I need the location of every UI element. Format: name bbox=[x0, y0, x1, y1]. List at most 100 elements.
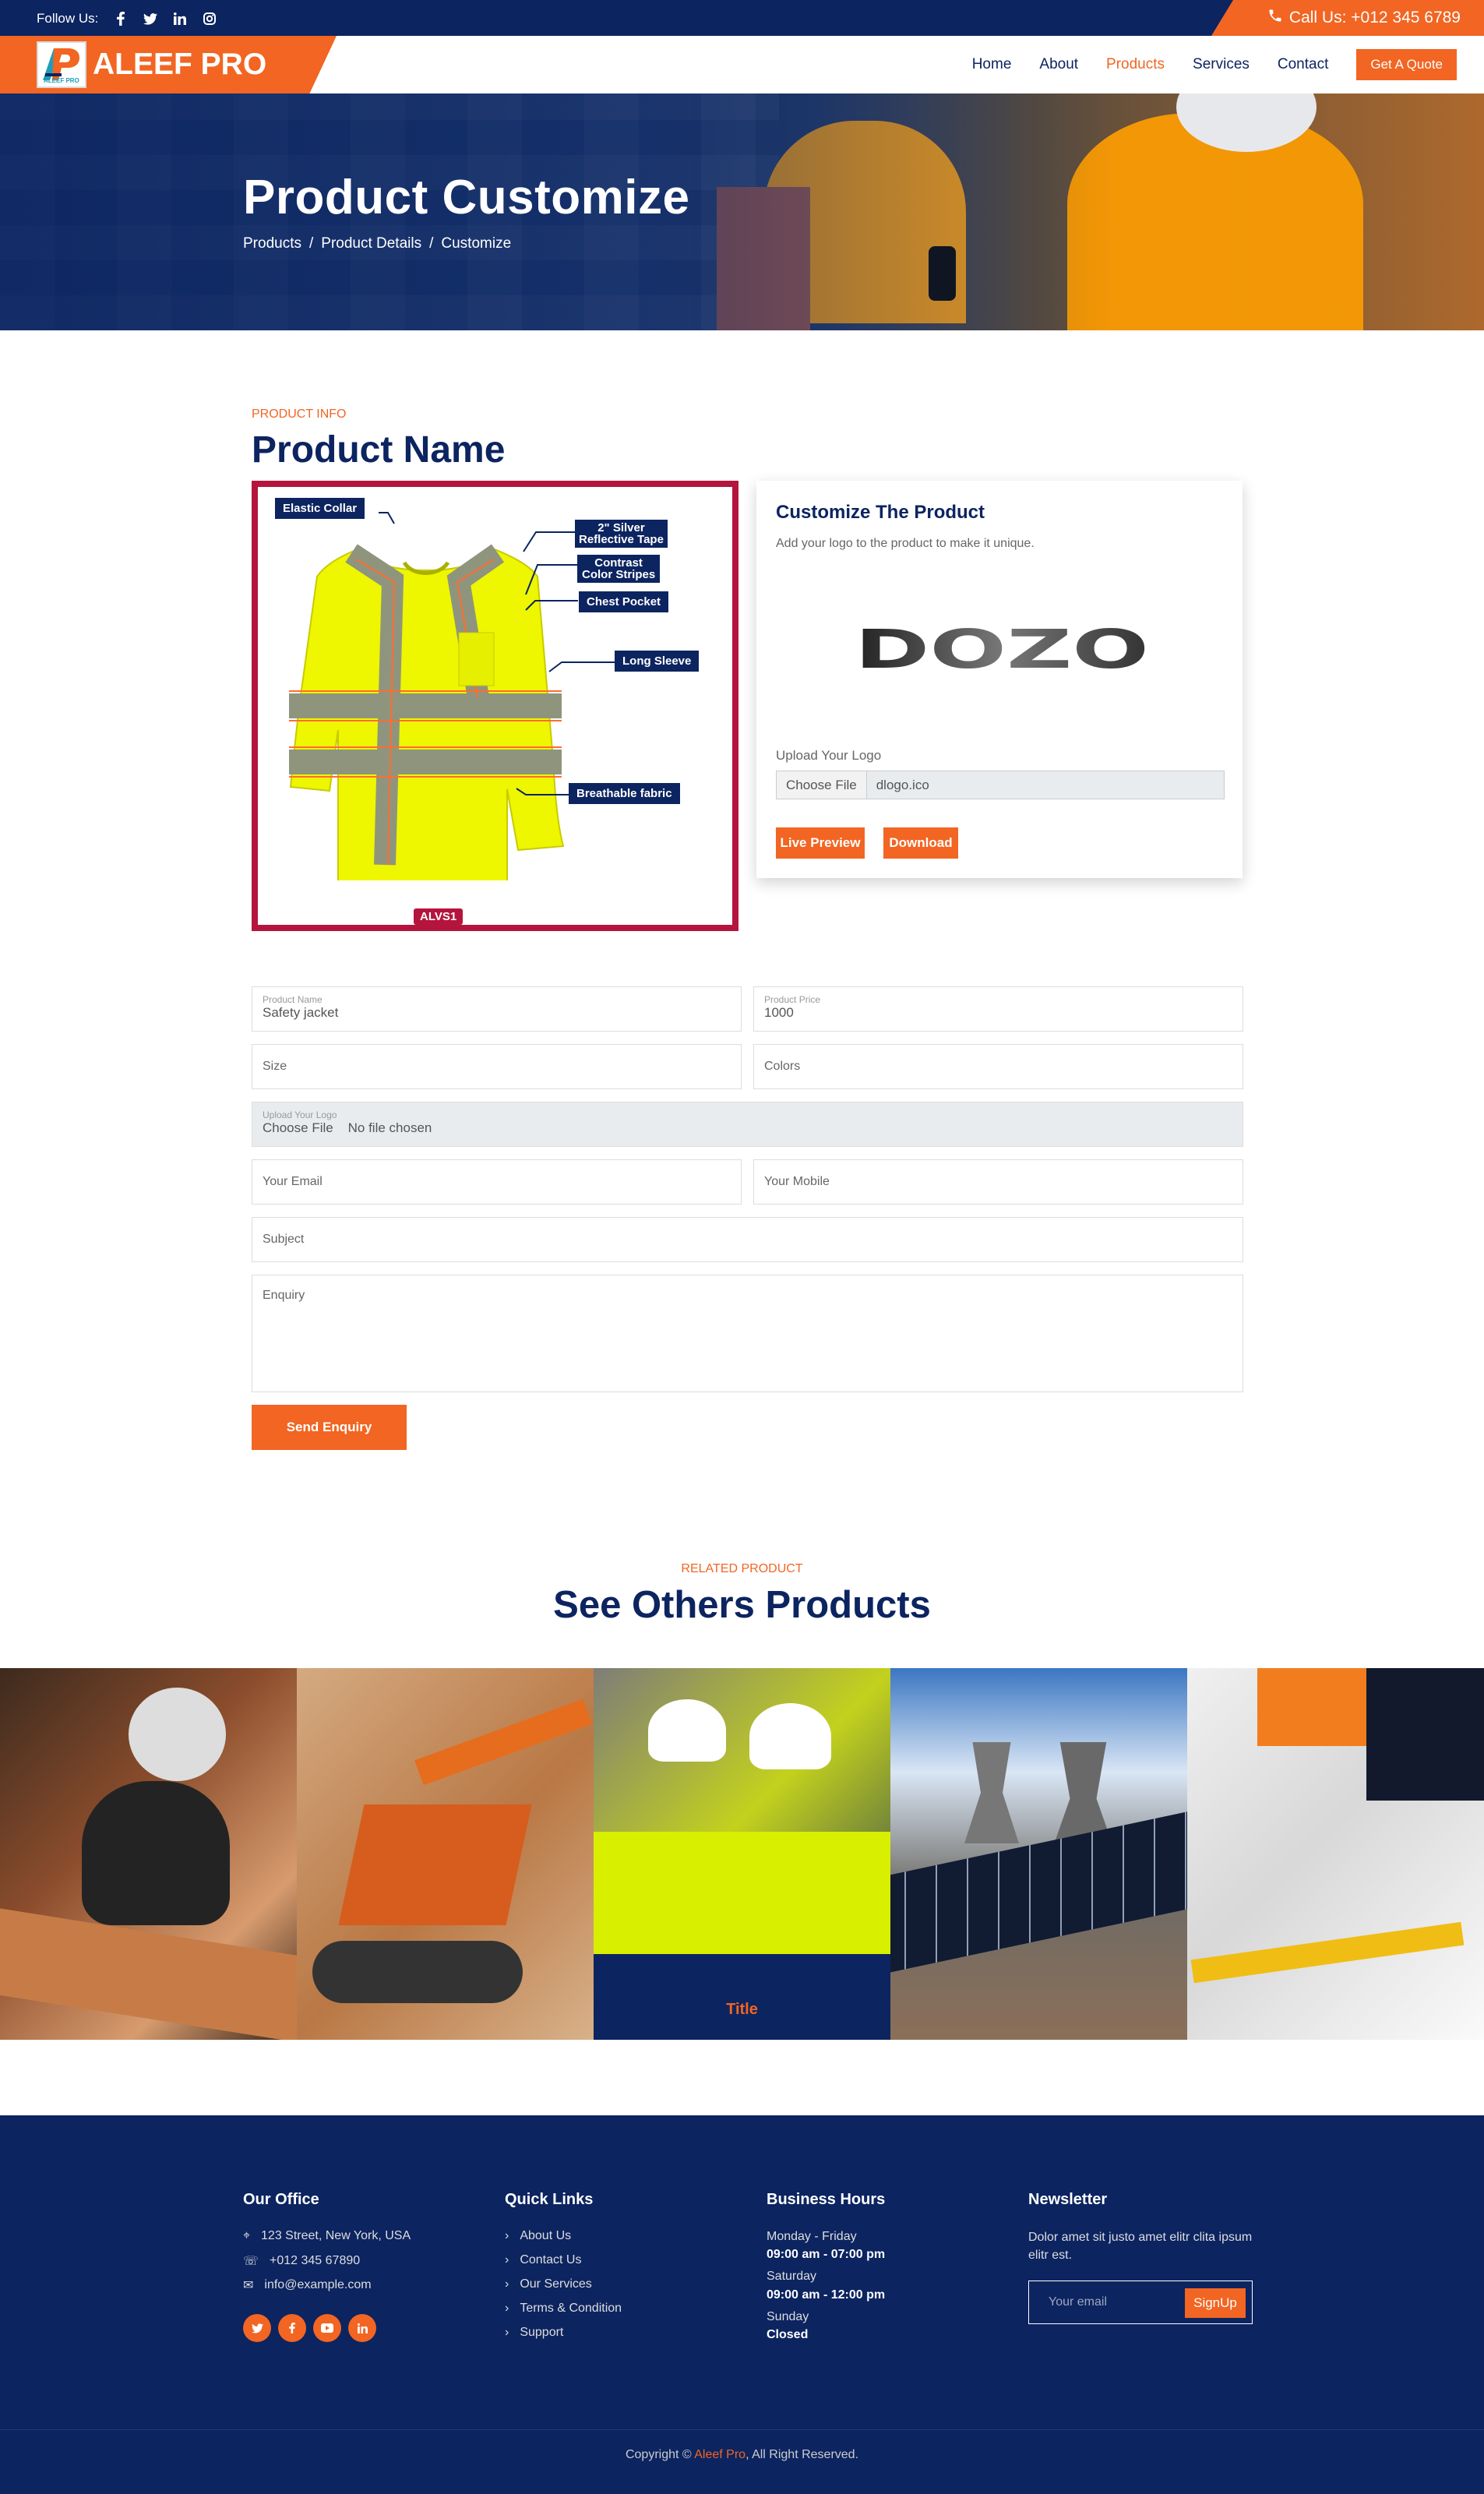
footer-twitter-icon[interactable] bbox=[243, 2314, 271, 2342]
weekday-label: Monday - Friday bbox=[767, 2230, 857, 2243]
saturday-label: Saturday bbox=[767, 2270, 817, 2284]
product-name-label: Product Name bbox=[263, 994, 323, 1005]
product-name-field[interactable]: Product Name Safety jacket bbox=[252, 986, 742, 1032]
enquiry-textarea[interactable]: Enquiry bbox=[252, 1275, 1243, 1392]
chevron-right-icon: › bbox=[505, 2326, 509, 2339]
get-quote-button[interactable]: Get A Quote bbox=[1356, 49, 1457, 80]
live-preview-button[interactable]: Live Preview bbox=[776, 827, 865, 859]
logo-upload-field[interactable]: Upload Your Logo Choose File No file chos… bbox=[252, 1102, 1243, 1147]
nav-about[interactable]: About bbox=[1025, 56, 1092, 73]
footer-email-text: info@example.com bbox=[264, 2278, 372, 2291]
footer-link-terms[interactable]: › Terms & Condition bbox=[505, 2302, 622, 2316]
footer-link-contact-text: Contact Us bbox=[520, 2253, 582, 2266]
product-image: Elastic Collar 2" Silver Reflective Tape… bbox=[252, 481, 738, 931]
engineer-helmet-right bbox=[749, 1703, 831, 1769]
email-field[interactable]: Your Email bbox=[252, 1159, 742, 1205]
choose-file-button[interactable]: Choose File bbox=[777, 771, 867, 799]
related-products-title: See Others Products bbox=[553, 1584, 931, 1626]
footer-linkedin-icon[interactable] bbox=[348, 2314, 376, 2342]
engineer-vest-shape bbox=[594, 1832, 890, 1964]
hero-banner: Product Customize Products / Product Deta… bbox=[0, 93, 1484, 330]
callout-arrows bbox=[379, 512, 615, 795]
footer-office-title: Our Office bbox=[243, 2191, 319, 2208]
brand-logo[interactable]: ALEEF PRO ALEEF PRO bbox=[0, 36, 337, 93]
send-enquiry-button[interactable]: Send Enquiry bbox=[252, 1405, 407, 1450]
footer-phone-text: +012 345 67890 bbox=[270, 2254, 361, 2267]
customize-title: Customize The Product bbox=[776, 502, 985, 523]
footer-link-services[interactable]: › Our Services bbox=[505, 2277, 592, 2291]
planning-ruler-shape bbox=[1190, 1921, 1465, 1984]
logo-file-input[interactable]: Choose File dlogo.ico bbox=[776, 771, 1225, 799]
twitter-icon[interactable] bbox=[143, 12, 158, 26]
newsletter-signup-button[interactable]: SignUp bbox=[1185, 2288, 1246, 2318]
logo-upload-field-label: Upload Your Logo bbox=[263, 1109, 337, 1120]
product-code-badge: ALVS1 bbox=[414, 908, 464, 925]
product-name-title: Product Name bbox=[252, 429, 506, 471]
related-highlight-title: Title bbox=[726, 2000, 758, 2018]
product-price-label: Product Price bbox=[764, 994, 821, 1005]
facebook-icon[interactable] bbox=[114, 12, 128, 26]
no-file-chosen-text: No file chosen bbox=[347, 1120, 432, 1135]
file-choose-button[interactable]: Choose File bbox=[263, 1120, 333, 1135]
breadcrumb-separator: / bbox=[308, 235, 314, 252]
nav-contact[interactable]: Contact bbox=[1264, 56, 1342, 73]
nav-services[interactable]: Services bbox=[1179, 56, 1264, 73]
footer-address: ⌖ 123 Street, New York, USA bbox=[243, 2229, 411, 2243]
breadcrumb-products[interactable]: Products bbox=[243, 235, 301, 252]
copyright-brand[interactable]: Aleef Pro bbox=[694, 2448, 746, 2461]
excavator-track-shape bbox=[312, 1941, 523, 2003]
footer-youtube-icon[interactable] bbox=[313, 2314, 341, 2342]
breadcrumb-separator: / bbox=[429, 235, 434, 252]
footer-phone: ☏ +012 345 67890 bbox=[243, 2253, 360, 2269]
social-links: Follow Us: bbox=[37, 11, 217, 26]
footer-link-services-text: Our Services bbox=[520, 2277, 592, 2291]
product-price-value: 1000 bbox=[764, 1005, 794, 1020]
excavator-arm-shape bbox=[414, 1699, 592, 1786]
footer-link-contact[interactable]: › Contact Us bbox=[505, 2253, 581, 2267]
main-navbar: ALEEF PRO ALEEF PRO Home About Products … bbox=[0, 36, 1484, 93]
engineer-helmet-left bbox=[648, 1699, 726, 1762]
planning-suit-shape bbox=[1366, 1668, 1484, 1801]
related-title-band: Title bbox=[594, 1954, 890, 2040]
newsletter-email-input[interactable]: Your email bbox=[1049, 2295, 1107, 2309]
size-field[interactable]: Size bbox=[252, 1044, 742, 1089]
colors-field[interactable]: Colors bbox=[753, 1044, 1243, 1089]
product-price-field[interactable]: Product Price 1000 bbox=[753, 986, 1243, 1032]
nav-home[interactable]: Home bbox=[958, 56, 1026, 73]
related-products-gallery: Title bbox=[0, 1668, 1484, 2040]
selected-file-name: dlogo.ico bbox=[876, 777, 929, 792]
mail-icon: ✉ bbox=[243, 2279, 254, 2292]
breadcrumb-product-details[interactable]: Product Details bbox=[321, 235, 421, 252]
linkedin-icon[interactable] bbox=[173, 12, 187, 26]
related-product-planning[interactable] bbox=[1187, 1668, 1484, 2040]
phone-callout[interactable]: Call Us: +012 345 6789 bbox=[1211, 0, 1484, 36]
footer-link-support-text: Support bbox=[520, 2326, 564, 2339]
instagram-icon[interactable] bbox=[203, 12, 217, 26]
related-product-engineers[interactable]: Title bbox=[594, 1668, 890, 2040]
brand-name: ALEEF PRO bbox=[93, 48, 267, 81]
footer-link-about-text: About Us bbox=[520, 2229, 572, 2242]
footer-link-about[interactable]: › About Us bbox=[505, 2229, 571, 2243]
aleef-pro-logo-mark: ALEEF PRO bbox=[37, 41, 86, 88]
related-product-welder[interactable] bbox=[0, 1668, 297, 2040]
hero-title: Product Customize bbox=[243, 171, 690, 224]
footer-facebook-icon[interactable] bbox=[278, 2314, 306, 2342]
breadcrumb-current: Customize bbox=[441, 235, 512, 252]
related-product-solar[interactable] bbox=[890, 1668, 1187, 2040]
footer-link-support[interactable]: › Support bbox=[505, 2326, 563, 2340]
mobile-field[interactable]: Your Mobile bbox=[753, 1159, 1243, 1205]
enquiry-placeholder: Enquiry bbox=[263, 1289, 305, 1302]
subject-field[interactable]: Subject bbox=[252, 1217, 1243, 1262]
download-button[interactable]: Download bbox=[883, 827, 958, 859]
product-info-kicker: PRODUCT INFO bbox=[252, 407, 347, 421]
business-hours: Monday - Friday 09:00 am - 07:00 pm Satur… bbox=[767, 2228, 885, 2344]
footer-address-text: 123 Street, New York, USA bbox=[261, 2229, 411, 2242]
chevron-right-icon: › bbox=[505, 2229, 509, 2242]
related-product-excavator[interactable] bbox=[297, 1668, 594, 2040]
excavator-cabin-shape bbox=[338, 1804, 532, 1925]
nav-products[interactable]: Products bbox=[1092, 56, 1179, 73]
phone-icon bbox=[1267, 8, 1283, 28]
chevron-right-icon: › bbox=[505, 2253, 509, 2266]
customize-card: Customize The Product Add your logo to t… bbox=[756, 481, 1243, 878]
footer-email[interactable]: ✉ info@example.com bbox=[243, 2277, 372, 2293]
